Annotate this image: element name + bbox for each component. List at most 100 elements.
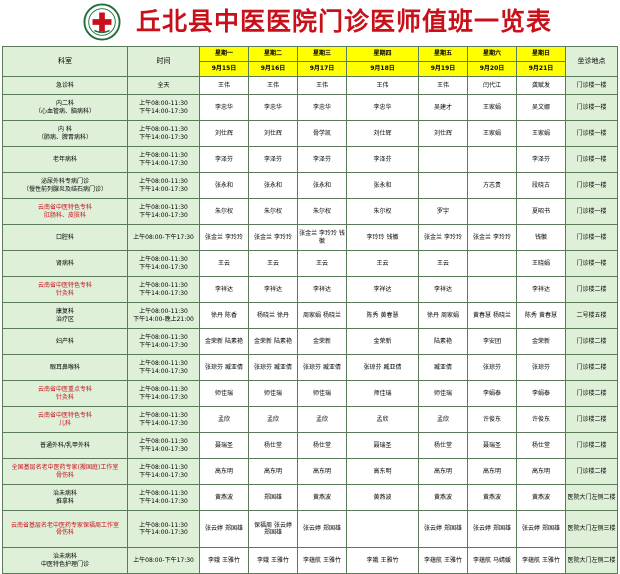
doctor-cell: 黄春慧 杨晓兰 xyxy=(467,302,517,329)
doctor-cell: 朱尔权 xyxy=(346,198,419,225)
doctor-cell: 孟欣 xyxy=(248,406,298,433)
doctor-cell: 李娥 王雅竹 xyxy=(248,547,298,574)
dept-cell: 云南省中医特色专科 儿科 xyxy=(2,406,128,433)
day-name: 星期三 xyxy=(297,46,347,62)
doctor-cell: 许俊东 xyxy=(467,406,517,433)
location-cell: 门诊楼二楼 xyxy=(565,458,618,485)
doctor-cell: 黄燕波 xyxy=(297,484,347,511)
table-row: 云南省中医重点专科 针灸科 上午08:00-11:30 下午14:00-17:30… xyxy=(2,380,618,407)
doctor-cell: 刘仕辉 xyxy=(346,120,419,147)
time-cell: 上午08:00-11:30 下午14:00-17:30 xyxy=(127,94,200,121)
dept-cell: 普通外科/乳甲外科 xyxy=(2,432,128,459)
day-date: 9月20日 xyxy=(467,61,517,77)
doctor-cell: 陈秀 黄春慧 xyxy=(346,302,419,329)
doctor-cell: 臧亚倩 xyxy=(418,354,468,381)
doctor-cell: 王家娟 xyxy=(467,94,517,121)
doctor-cell: 刘仕辉 xyxy=(418,120,468,147)
location-cell: 门诊楼一楼 xyxy=(565,224,618,251)
doctor-cell: 黄燕波 xyxy=(516,484,566,511)
doctor-cell: 杨仕堂 xyxy=(248,432,298,459)
doctor-cell: 高东明 xyxy=(199,458,249,485)
doctor-cell: 李蕴航 王雅竹 xyxy=(516,547,566,574)
time-cell: 上午08:00-11:30 下午14:00-17:30 xyxy=(127,458,200,485)
doctor-cell: 高东明 xyxy=(297,458,347,485)
doctor-cell: 金荣新 陆素艳 xyxy=(248,328,298,355)
doctor-cell: 李忠华 xyxy=(248,94,298,121)
doctor-cell: 李玲玲 钱徽 xyxy=(346,224,419,251)
doctor-cell: 李蕴航 马婧媛 xyxy=(467,547,517,574)
doctor-cell: 师佳瑞 xyxy=(297,380,347,407)
doctor-cell: 张云婷 郑国雄 xyxy=(199,510,249,548)
doctor-cell: 师佳瑞 xyxy=(418,380,468,407)
page-title: 丘北县中医医院门诊医师值班一览表 xyxy=(136,7,553,36)
doctor-cell: 张金兰 李玲玲 xyxy=(467,224,517,251)
doctor-cell: 师佳瑞 xyxy=(248,380,298,407)
doctor-cell: 黄燕波 xyxy=(346,484,419,511)
location-cell: 门诊楼一楼 xyxy=(565,120,618,147)
doctor-cell: 张金兰 李玲玲 xyxy=(199,224,249,251)
hospital-logo-icon xyxy=(83,3,121,41)
table-row: 内 科 （肺病、脾胃病科） 上午08:00-11:30 下午14:00-17:30… xyxy=(2,120,618,147)
day-date: 9月15日 xyxy=(199,61,249,77)
doctor-cell: 黄燕波 xyxy=(199,484,249,511)
dept-cell: 老年病科 xyxy=(2,146,128,173)
doctor-cell: 孟欣 xyxy=(346,406,419,433)
doctor-cell: 李祥达 xyxy=(516,276,566,303)
doctor-cell: 张金兰 李玲玲 xyxy=(248,224,298,251)
location-cell: 医院大门左侧三楼 xyxy=(565,510,618,548)
time-cell: 上午08:00-11:30 下午14:00-17:30 xyxy=(127,328,200,355)
time-cell: 上午08:00-11:30 下午14:00-17:30 xyxy=(127,354,200,381)
dept-cell: 云南省基层名老中医药专家保福周工作室 骨伤科 xyxy=(2,510,128,548)
doctor-cell: 李泽芬 xyxy=(199,146,249,173)
doctor-cell: 王伟 xyxy=(199,76,249,95)
day-date: 9月19日 xyxy=(418,61,468,77)
day-date: 9月17日 xyxy=(297,61,347,77)
doctor-cell xyxy=(418,146,468,173)
time-cell: 上午08:00-11:30 下午14:00-17:30 xyxy=(127,510,200,548)
table-row: 急诊科 全天 王伟 王伟 王伟 王伟 王伟 闫代江 龚赋发 门诊楼一楼 xyxy=(2,76,618,95)
doctor-cell: 刘仕辉 xyxy=(199,120,249,147)
doctor-cell: 徐丹 周家娟 xyxy=(418,302,468,329)
doctor-cell: 李泽芬 xyxy=(297,146,347,173)
doctor-cell: 李泽芬 xyxy=(516,146,566,173)
location-cell: 医院大门左侧二楼 xyxy=(565,547,618,574)
doctor-cell: 李泽芬 xyxy=(248,146,298,173)
doctor-cell: 张琼芬 臧亚倩 xyxy=(297,354,347,381)
doctor-cell: 杨晓兰 徐丹 xyxy=(248,302,298,329)
time-cell: 上午08:00-11:30 下午14:00-17:30 xyxy=(127,198,200,225)
doctor-cell: 李祥达 xyxy=(418,276,468,303)
doctor-cell: 张琼芬 xyxy=(467,354,517,381)
table-row: 泌尿外科专病门诊 （慢性前列腺炎及结石病门诊） 上午08:00-11:30 下午1… xyxy=(2,172,618,199)
doctor-cell: 师佳瑞 xyxy=(346,380,419,407)
doctor-cell: 陆素艳 xyxy=(418,328,468,355)
doctor-cell: 王云 xyxy=(248,250,298,277)
location-cell: 二号楼五楼 xyxy=(565,302,618,329)
location-cell: 门诊楼一楼 xyxy=(565,76,618,95)
dept-cell: 云南省中医特色专科 肛肠科、皮肤科 xyxy=(2,198,128,225)
doctor-cell xyxy=(346,510,419,548)
doctor-cell: 王伟 xyxy=(346,76,419,95)
table-row: 云南省中医特色专科 针灸科 上午08:00-11:30 下午14:00-17:30… xyxy=(2,276,618,303)
table-row: 妇产科 上午08:00-11:30 下午14:00-17:30 金荣新 陆素艳 金荣新… xyxy=(2,328,618,355)
doctor-cell: 吴文娜 xyxy=(516,94,566,121)
doctor-cell: 张云婷 郑国雄 xyxy=(467,510,517,548)
day-date: 9月21日 xyxy=(516,61,566,77)
doctor-cell: 徐丹 陈香 xyxy=(199,302,249,329)
doctor-cell: 孟欣 xyxy=(199,406,249,433)
location-cell: 门诊楼一楼 xyxy=(565,146,618,173)
doctor-cell: 李安团 xyxy=(467,328,517,355)
time-cell: 上午08:00-下午17:30 xyxy=(127,547,200,574)
doctor-cell: 李忠华 xyxy=(297,94,347,121)
doctor-cell: 黄燕波 xyxy=(467,484,517,511)
doctor-cell: 许俊东 xyxy=(516,406,566,433)
day-name: 星期日 xyxy=(516,46,566,62)
doctor-cell: 金荣新 xyxy=(297,328,347,355)
dept-cell: 肾病科 xyxy=(2,250,128,277)
doctor-cell: 王伟 xyxy=(248,76,298,95)
dept-cell: 急诊科 xyxy=(2,76,128,95)
table-row: 云南省中医特色专科 儿科 上午08:00-11:30 下午14:00-17:30 孟… xyxy=(2,406,618,433)
doctor-cell: 闫代江 xyxy=(467,76,517,95)
doctor-cell: 张永和 xyxy=(248,172,298,199)
doctor-cell: 张云婷 郑国雄 xyxy=(516,510,566,548)
doctor-cell: 杨仕堂 xyxy=(516,432,566,459)
